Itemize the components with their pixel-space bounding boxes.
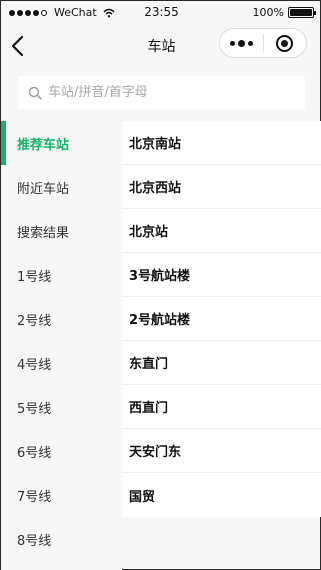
sidebar-item[interactable]: 2号线 <box>1 297 122 341</box>
station-item[interactable]: 东直门 <box>122 341 321 385</box>
station-list: 北京南站 北京西站 北京站 3号航站楼 2号航站楼 东直门 西直门 天安门东 国贸 <box>122 121 321 517</box>
station-item[interactable]: 2号航站楼 <box>122 297 321 341</box>
sidebar-item[interactable]: 推荐车站 <box>1 121 122 165</box>
more-dots-icon[interactable] <box>220 29 263 57</box>
mini-program-capsule <box>219 28 307 58</box>
battery-fill <box>290 9 312 16</box>
sidebar-item[interactable]: 8号线 <box>1 517 122 561</box>
battery-icon <box>288 7 316 18</box>
station-item[interactable]: 北京南站 <box>122 121 321 165</box>
station-item[interactable]: 国贸 <box>122 473 321 517</box>
search-icon <box>28 86 42 100</box>
phone-frame: WeChat 23:55 100% 车站 车站/拼音/首字母 推荐车站 附近车站… <box>0 0 321 570</box>
sidebar-item[interactable]: 6号线 <box>1 429 122 473</box>
search-bar[interactable] <box>18 76 305 109</box>
sidebar-item[interactable]: 附近车站 <box>1 165 122 209</box>
battery-percent: 100% <box>252 6 284 19</box>
sidebar-item[interactable]: 1号线 <box>1 253 122 297</box>
battery-area: 100% <box>252 6 316 19</box>
station-item[interactable]: 天安门东 <box>122 429 321 473</box>
sidebar-item[interactable]: 7号线 <box>1 473 122 517</box>
station-item[interactable]: 西直门 <box>122 385 321 429</box>
target-close-icon[interactable] <box>264 29 306 57</box>
line-sidebar: 推荐车站 附近车站 搜索结果 1号线 2号线 4号线 5号线 6号线 7号线 8号线 <box>1 121 122 570</box>
station-item[interactable]: 3号航站楼 <box>122 253 321 297</box>
nav-bar: 车站 <box>1 25 321 67</box>
station-item[interactable]: 北京站 <box>122 209 321 253</box>
sidebar-item[interactable]: 4号线 <box>1 341 122 385</box>
station-item[interactable]: 北京西站 <box>122 165 321 209</box>
sidebar-item[interactable]: 5号线 <box>1 385 122 429</box>
search-input[interactable] <box>48 85 288 100</box>
sidebar-item[interactable]: 搜索结果 <box>1 209 122 253</box>
status-bar: WeChat 23:55 100% <box>1 1 321 25</box>
